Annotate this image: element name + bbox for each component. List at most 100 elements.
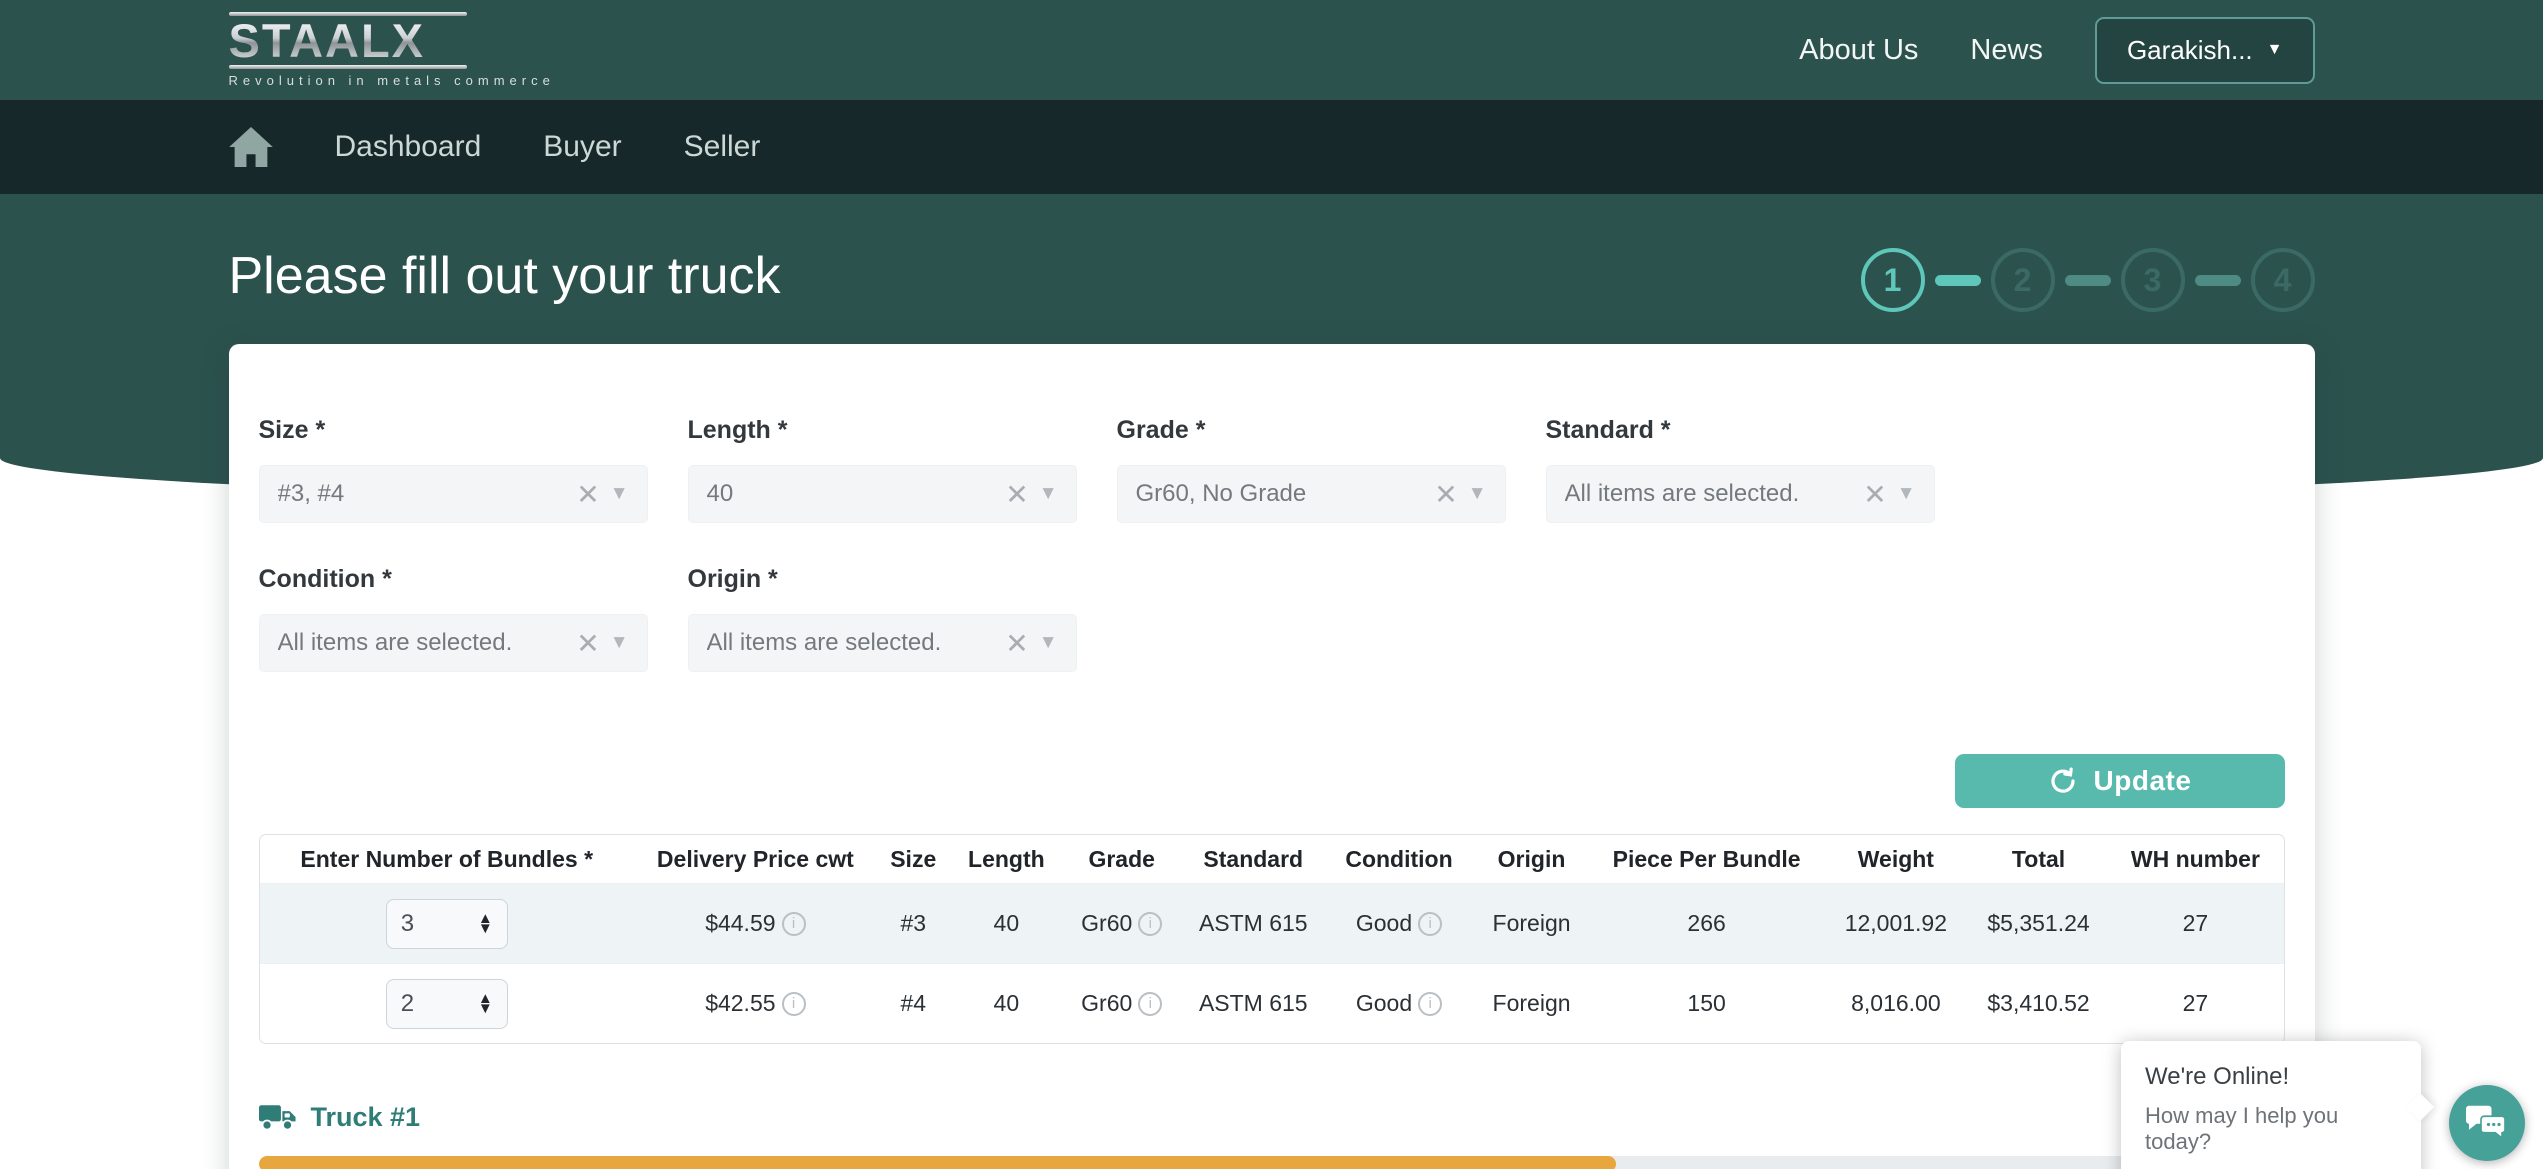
bundles-table: Enter Number of Bundles * Delivery Price… xyxy=(259,834,2285,1044)
col-length: Length xyxy=(950,835,1063,883)
clear-icon[interactable]: ✕ xyxy=(1005,478,1028,511)
update-button-label: Update xyxy=(2094,765,2192,797)
delivery-price: $42.55 xyxy=(705,990,775,1017)
chat-popup-pointer xyxy=(2406,1093,2434,1121)
update-button[interactable]: Update xyxy=(1955,754,2285,808)
chevron-down-icon[interactable]: ▼ xyxy=(610,632,629,654)
bundles-stepper[interactable]: ▲▼ xyxy=(386,899,508,949)
col-condition: Condition xyxy=(1326,835,1472,883)
grade-cell: Gr60 xyxy=(1081,910,1132,937)
nav-item-seller[interactable]: Seller xyxy=(684,130,761,164)
bundles-input[interactable] xyxy=(401,990,451,1018)
clear-icon[interactable]: ✕ xyxy=(1434,478,1457,511)
origin-cell: Foreign xyxy=(1472,964,1591,1043)
size-label: Size * xyxy=(259,416,648,445)
staalx-logo[interactable]: STAALX Revolution in metals commerce xyxy=(229,12,555,88)
standard-cell: ASTM 615 xyxy=(1180,964,1326,1043)
weight-cell: 12,001.92 xyxy=(1822,884,1970,963)
condition-multiselect[interactable]: All items are selected. ✕ ▼ xyxy=(259,614,648,672)
spinner-arrows-icon[interactable]: ▲▼ xyxy=(478,914,493,933)
info-icon[interactable]: i xyxy=(782,992,806,1016)
condition-cell: Good xyxy=(1356,990,1412,1017)
clear-icon[interactable]: ✕ xyxy=(1005,627,1028,660)
length-multiselect[interactable]: 40 ✕ ▼ xyxy=(688,465,1077,523)
spinner-arrows-icon[interactable]: ▲▼ xyxy=(478,994,493,1013)
length-value: 40 xyxy=(707,480,1006,508)
size-value: #3, #4 xyxy=(278,480,577,508)
refresh-icon xyxy=(2048,766,2078,796)
main-navbar: Dashboard Buyer Seller xyxy=(0,100,2543,194)
length-cell: 40 xyxy=(950,884,1063,963)
step-2[interactable]: 2 xyxy=(1991,248,2055,312)
filter-grade: Grade * Gr60, No Grade ✕ ▼ xyxy=(1117,416,1506,523)
nav-item-dashboard[interactable]: Dashboard xyxy=(335,130,482,164)
bundles-stepper[interactable]: ▲▼ xyxy=(386,979,508,1029)
condition-cell: Good xyxy=(1356,910,1412,937)
origin-multiselect[interactable]: All items are selected. ✕ ▼ xyxy=(688,614,1077,672)
step-connector xyxy=(2065,275,2111,286)
truck-progress-fill xyxy=(259,1156,1616,1169)
grade-multiselect[interactable]: Gr60, No Grade ✕ ▼ xyxy=(1117,465,1506,523)
wh-number-cell: 27 xyxy=(2107,964,2283,1043)
filter-length: Length * 40 ✕ ▼ xyxy=(688,416,1077,523)
info-icon[interactable]: i xyxy=(1138,912,1162,936)
clear-icon[interactable]: ✕ xyxy=(1863,478,1886,511)
chevron-down-icon[interactable]: ▼ xyxy=(1039,632,1058,654)
about-us-link[interactable]: About Us xyxy=(1799,34,1918,67)
weight-cell: 8,016.00 xyxy=(1822,964,1970,1043)
col-piece-per-bundle: Piece Per Bundle xyxy=(1591,835,1822,883)
bundles-input[interactable] xyxy=(401,910,451,938)
logo-bottom-bar xyxy=(229,65,467,69)
step-1[interactable]: 1 xyxy=(1861,248,1925,312)
col-bundles: Enter Number of Bundles * xyxy=(260,835,634,883)
grade-cell: Gr60 xyxy=(1081,990,1132,1017)
standard-value: All items are selected. xyxy=(1565,480,1864,508)
filter-size: Size * #3, #4 ✕ ▼ xyxy=(259,416,648,523)
info-icon[interactable]: i xyxy=(782,912,806,936)
truck-form-card: Size * #3, #4 ✕ ▼ Length * 40 ✕ ▼ Grade … xyxy=(229,344,2315,1169)
size-cell: #4 xyxy=(877,964,950,1043)
chat-launcher-button[interactable] xyxy=(2449,1085,2525,1161)
col-wh-number: WH number xyxy=(2107,835,2283,883)
standard-cell: ASTM 615 xyxy=(1180,884,1326,963)
length-label: Length * xyxy=(688,416,1077,445)
filter-standard: Standard * All items are selected. ✕ ▼ xyxy=(1546,416,1935,523)
col-weight: Weight xyxy=(1822,835,1970,883)
filter-grid: Size * #3, #4 ✕ ▼ Length * 40 ✕ ▼ Grade … xyxy=(259,416,2285,672)
condition-label: Condition * xyxy=(259,565,648,594)
total-cell: $3,410.52 xyxy=(1970,964,2108,1043)
nav-item-buyer[interactable]: Buyer xyxy=(543,130,621,164)
clear-icon[interactable]: ✕ xyxy=(576,478,599,511)
grade-value: Gr60, No Grade xyxy=(1136,480,1435,508)
wh-number-cell: 27 xyxy=(2107,884,2283,963)
home-icon[interactable] xyxy=(229,127,273,167)
news-link[interactable]: News xyxy=(1970,34,2043,67)
user-menu-button[interactable]: Garakish... ▼ xyxy=(2095,17,2315,84)
length-cell: 40 xyxy=(950,964,1063,1043)
table-header-row: Enter Number of Bundles * Delivery Price… xyxy=(260,835,2284,883)
step-4[interactable]: 4 xyxy=(2251,248,2315,312)
step-3[interactable]: 3 xyxy=(2121,248,2185,312)
col-total: Total xyxy=(1970,835,2108,883)
clear-icon[interactable]: ✕ xyxy=(576,627,599,660)
chevron-down-icon[interactable]: ▼ xyxy=(1039,483,1058,505)
chevron-down-icon[interactable]: ▼ xyxy=(1897,483,1916,505)
chevron-down-icon: ▼ xyxy=(2267,41,2283,59)
filter-origin: Origin * All items are selected. ✕ ▼ xyxy=(688,565,1077,672)
grade-label: Grade * xyxy=(1117,416,1506,445)
chat-popup[interactable]: We're Online! How may I help you today? xyxy=(2121,1041,2421,1169)
standard-label: Standard * xyxy=(1546,416,1935,445)
col-standard: Standard xyxy=(1180,835,1326,883)
size-multiselect[interactable]: #3, #4 ✕ ▼ xyxy=(259,465,648,523)
truck-toggle[interactable]: Truck #1 xyxy=(259,1102,421,1133)
logo-wordmark: STAALX xyxy=(229,16,555,65)
table-row: ▲▼ $42.55i #4 40 Gr60i ASTM 615 Goodi Fo… xyxy=(260,963,2284,1043)
piece-per-bundle-cell: 150 xyxy=(1591,964,1822,1043)
info-icon[interactable]: i xyxy=(1418,992,1442,1016)
chevron-down-icon[interactable]: ▼ xyxy=(610,483,629,505)
truck-label: Truck #1 xyxy=(311,1102,421,1133)
info-icon[interactable]: i xyxy=(1418,912,1442,936)
chevron-down-icon[interactable]: ▼ xyxy=(1468,483,1487,505)
info-icon[interactable]: i xyxy=(1138,992,1162,1016)
standard-multiselect[interactable]: All items are selected. ✕ ▼ xyxy=(1546,465,1935,523)
